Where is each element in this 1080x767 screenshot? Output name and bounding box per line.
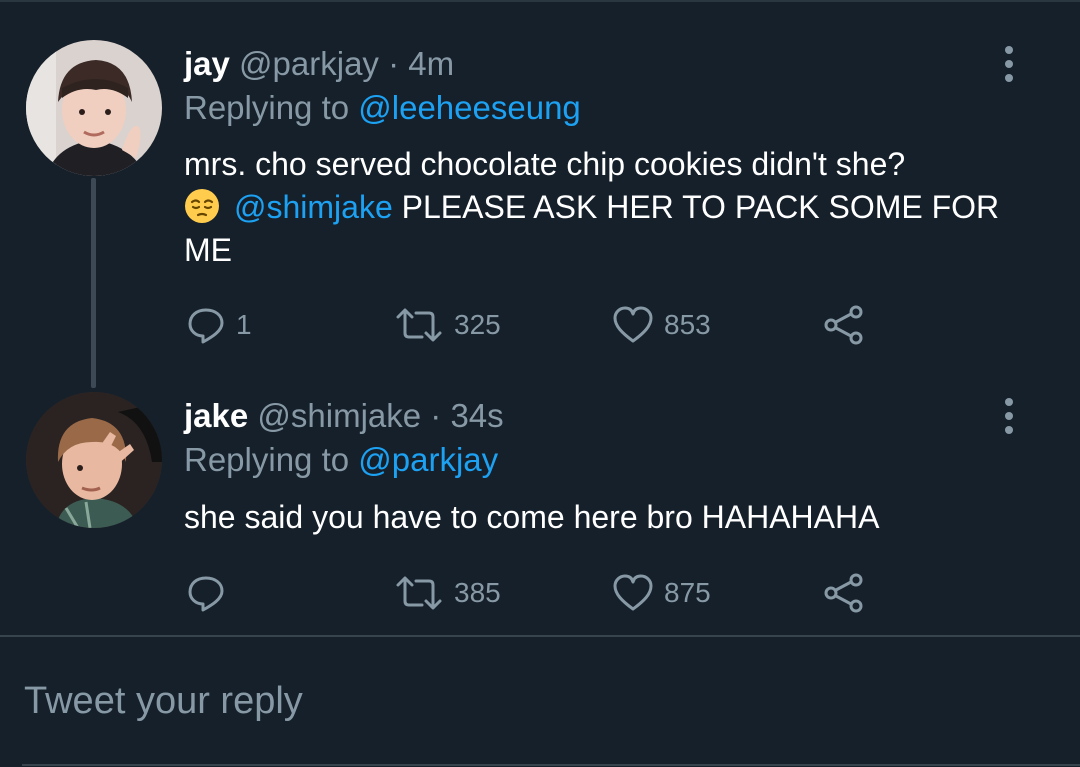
timestamp[interactable]: · 4m bbox=[388, 45, 454, 82]
reply-count: 1 bbox=[236, 309, 252, 340]
tweet-text-rest: @shimjake PLEASE ASK HER TO PACK SOME FO… bbox=[184, 186, 1014, 272]
tweet-actions: 1 325 853 bbox=[184, 303, 904, 347]
input-underline bbox=[22, 764, 1080, 766]
composer-divider bbox=[0, 635, 1080, 637]
thread-connector-line bbox=[91, 178, 96, 388]
user-handle[interactable]: @parkjay bbox=[239, 45, 379, 82]
like-button[interactable]: 853 bbox=[612, 303, 711, 347]
avatar-shimjake[interactable] bbox=[26, 392, 162, 528]
tweet-actions: 385 875 bbox=[184, 571, 904, 615]
retweet-count: 385 bbox=[454, 577, 501, 608]
share-icon bbox=[824, 573, 863, 613]
reply-button[interactable]: 1 bbox=[186, 303, 252, 347]
user-handle[interactable]: @shimjake bbox=[257, 397, 421, 434]
tweet-header: jay @parkjay · 4m bbox=[184, 44, 454, 84]
display-name[interactable]: jay bbox=[184, 45, 230, 82]
like-button[interactable]: 875 bbox=[612, 571, 711, 615]
replying-to-mention[interactable]: @parkjay bbox=[358, 441, 498, 478]
share-icon bbox=[824, 305, 863, 345]
retweet-icon bbox=[396, 308, 442, 342]
display-name[interactable]: jake bbox=[184, 397, 248, 434]
more-vertical-icon[interactable] bbox=[998, 396, 1020, 436]
like-count: 875 bbox=[664, 577, 711, 608]
reply-button[interactable] bbox=[186, 571, 236, 615]
tweet-shimjake[interactable]: jake @shimjake · 34s Replying to @parkja… bbox=[0, 380, 1080, 635]
tweet-header: jake @shimjake · 34s bbox=[184, 396, 504, 436]
tweet-text: mrs. cho served chocolate chip cookies d… bbox=[184, 143, 1014, 272]
reply-input[interactable] bbox=[22, 672, 1026, 730]
tweet-text-line-1: mrs. cho served chocolate chip cookies d… bbox=[184, 146, 906, 182]
retweet-button[interactable]: 385 bbox=[394, 571, 501, 615]
replying-to: Replying to @leeheeseung bbox=[184, 88, 581, 128]
avatar-parkjay[interactable] bbox=[26, 40, 162, 176]
like-icon bbox=[613, 574, 653, 611]
replying-prefix: Replying to bbox=[184, 441, 359, 478]
pensive-face-emoji bbox=[185, 189, 219, 223]
tweet-parkjay[interactable]: jay @parkjay · 4m Replying to @leeheeseu… bbox=[0, 0, 1080, 380]
retweet-count: 325 bbox=[454, 309, 501, 340]
like-count: 853 bbox=[664, 309, 711, 340]
retweet-button[interactable]: 325 bbox=[394, 303, 501, 347]
replying-prefix: Replying to bbox=[184, 89, 359, 126]
like-icon bbox=[613, 306, 653, 343]
replying-to: Replying to @parkjay bbox=[184, 440, 498, 480]
timestamp[interactable]: · 34s bbox=[430, 397, 503, 434]
share-button[interactable] bbox=[822, 303, 866, 347]
reply-icon bbox=[188, 576, 224, 612]
tweet-text: she said you have to come here bro HAHAH… bbox=[184, 499, 880, 535]
retweet-icon bbox=[396, 576, 442, 610]
more-vertical-icon[interactable] bbox=[998, 44, 1020, 84]
reply-icon bbox=[188, 308, 224, 344]
share-button[interactable] bbox=[822, 571, 866, 615]
replying-to-mention[interactable]: @leeheeseung bbox=[358, 89, 581, 126]
mention-link[interactable]: @shimjake bbox=[234, 189, 393, 225]
